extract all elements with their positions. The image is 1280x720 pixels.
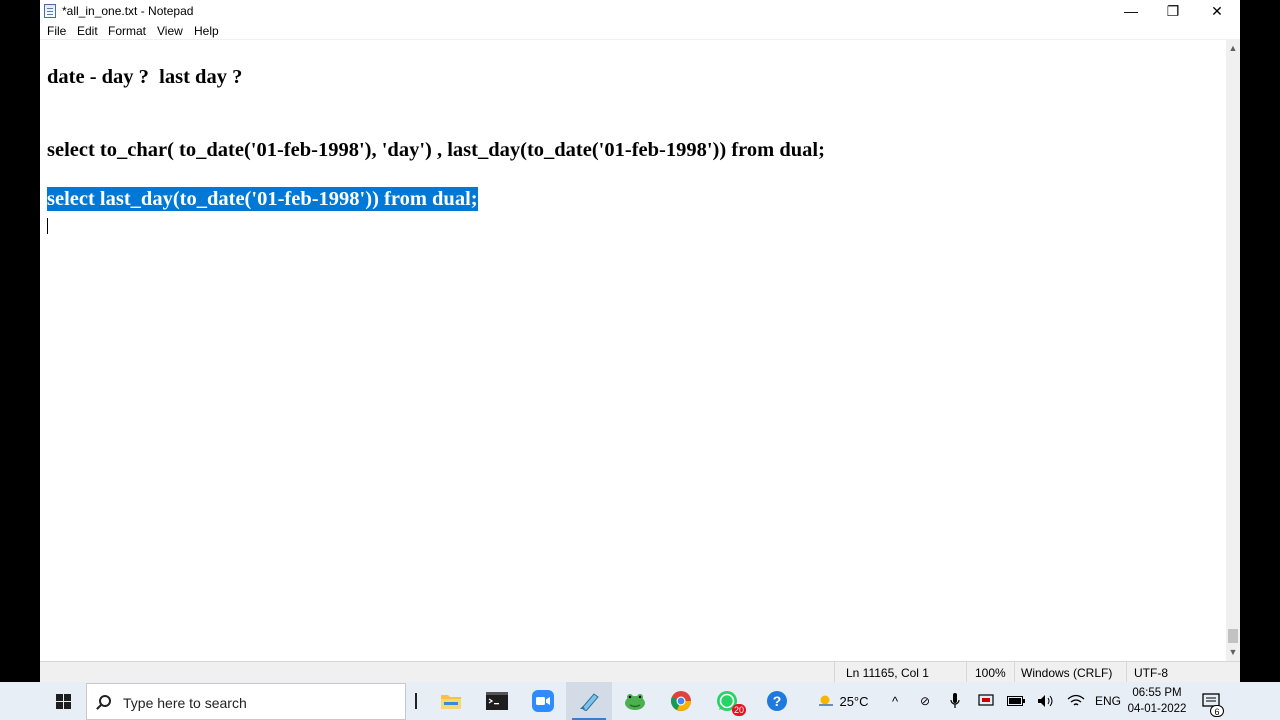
status-bar: Ln 11165, Col 1 100% Windows (CRLF) UTF-… [40,661,1240,682]
help-button[interactable]: ? [754,682,800,720]
text-editor[interactable]: date - day ? last day ? select to_char( … [40,40,1226,661]
video-camera-icon [532,690,554,712]
status-divider [834,662,835,682]
minimize-icon: — [1124,3,1138,19]
text-line: select to_char( to_date('01-feb-1998'), … [47,139,825,161]
vertical-scrollbar[interactable]: ▲ ▼ [1226,40,1240,661]
line-ending: Windows (CRLF) [1021,666,1113,680]
weather-widget[interactable]: 25°C [812,682,874,720]
notification-center-button[interactable]: 6 [1196,682,1226,720]
clock-date: 04-01-2022 [1127,703,1187,715]
close-icon: ✕ [1211,2,1223,19]
text-line: date - day ? last day ? [47,66,243,88]
notepad-window: *all_in_one.txt - Notepad — ❐ ✕ File Edi… [40,0,1240,682]
menu-format[interactable]: Format [108,24,146,38]
wifi-icon[interactable] [1064,682,1088,720]
menu-edit[interactable]: Edit [77,24,98,38]
encoding: UTF-8 [1134,666,1168,680]
frog-icon [625,694,645,710]
battery-icon[interactable] [1004,682,1028,720]
notepad-icon [44,4,56,18]
weather-temperature: 25°C [839,693,869,709]
search-icon [99,695,111,707]
restore-icon: ❐ [1166,2,1180,19]
file-explorer-button[interactable] [428,682,474,720]
status-divider [966,662,967,682]
task-view-icon[interactable] [410,682,422,720]
svg-text:?: ? [773,693,782,709]
zoom-level: 100% [975,666,1006,680]
taskbar-search-box[interactable]: Type here to search [86,683,406,720]
window-title: *all_in_one.txt - Notepad [62,4,194,18]
menu-view[interactable]: View [157,24,183,38]
whatsapp-button[interactable]: 20 [704,682,750,720]
zoom-button[interactable] [520,682,566,720]
notepad-taskbar-button[interactable] [566,682,612,720]
cursor-position: Ln 11165, Col 1 [846,666,929,680]
microphone-icon[interactable] [944,682,966,720]
taskbar: Type here to search 20 ? 25°C ^ ⊘ ENG 06… [0,682,1280,720]
minimize-button[interactable]: — [1108,0,1154,22]
terminal-button[interactable] [474,682,520,720]
notepad-icon [580,693,599,711]
status-divider [1014,662,1015,682]
selected-text-line: select last_day(to_date('01-feb-1998')) … [47,187,478,211]
menu-file[interactable]: File [47,24,66,38]
scroll-thumb[interactable] [1228,629,1238,643]
terminal-icon [486,692,508,710]
volume-icon[interactable] [1034,682,1058,720]
folder-icon [441,695,461,709]
chrome-button[interactable] [658,682,704,720]
search-placeholder: Type here to search [123,695,247,711]
scroll-up-arrow-icon[interactable]: ▲ [1226,40,1240,57]
status-divider [1126,662,1127,682]
start-button[interactable] [40,682,86,720]
chrome-icon [671,691,691,711]
notification-badge: 20 [731,704,746,716]
input-language[interactable]: ENG [1094,682,1122,720]
maximize-button[interactable]: ❐ [1150,0,1196,22]
close-button[interactable]: ✕ [1194,0,1240,22]
scroll-down-arrow-icon[interactable]: ▼ [1226,644,1240,661]
meeting-icon[interactable]: ⊘ [914,682,936,720]
menu-help[interactable]: Help [194,24,219,38]
weather-sun-icon [819,695,834,706]
show-hidden-icons-chevron-icon[interactable]: ^ [884,682,906,720]
title-bar[interactable]: *all_in_one.txt - Notepad — ❐ ✕ [40,0,1240,22]
toad-button[interactable] [612,682,658,720]
clock-time: 06:55 PM [1132,687,1182,699]
menu-bar: File Edit Format View Help [40,22,1240,40]
help-icon: ? [767,691,787,711]
notification-count: 6 [1210,705,1224,717]
system-clock[interactable]: 06:55 PM 04-01-2022 [1124,685,1190,717]
text-caret [47,218,48,234]
display-icon[interactable] [974,682,998,720]
